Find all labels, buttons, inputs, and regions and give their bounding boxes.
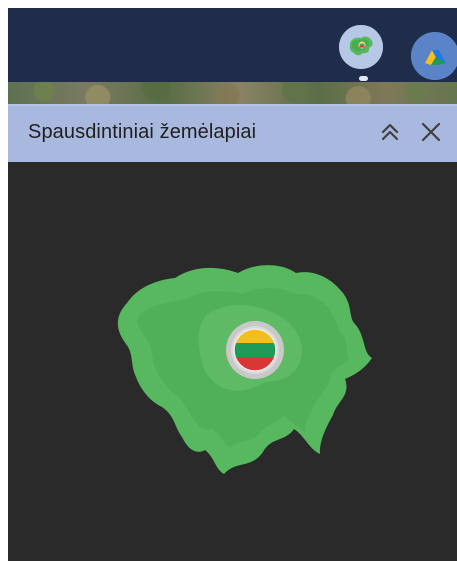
close-icon [421, 122, 441, 142]
printed-maps-visual [101, 256, 381, 481]
double-chevron-up-icon [381, 123, 399, 141]
app-window: Spausdintiniai žemėlapiai [0, 0, 457, 561]
panel-content [8, 162, 457, 561]
active-app-indicator [359, 76, 368, 81]
close-panel-button[interactable] [417, 118, 445, 146]
lithuania-map-app-button[interactable] [339, 25, 383, 69]
panel-header: Spausdintiniai žemėlapiai [8, 104, 457, 162]
lithuania-map-icon [339, 25, 383, 69]
lithuania-map-illustration [117, 265, 373, 474]
brand-app-button[interactable] [411, 32, 457, 80]
panel-title: Spausdintiniai žemėlapiai [28, 121, 257, 143]
top-toolbar [8, 8, 457, 84]
brand-triangle-icon [411, 32, 457, 80]
collapse-panel-button[interactable] [376, 118, 404, 146]
satellite-map-strip [8, 82, 457, 104]
